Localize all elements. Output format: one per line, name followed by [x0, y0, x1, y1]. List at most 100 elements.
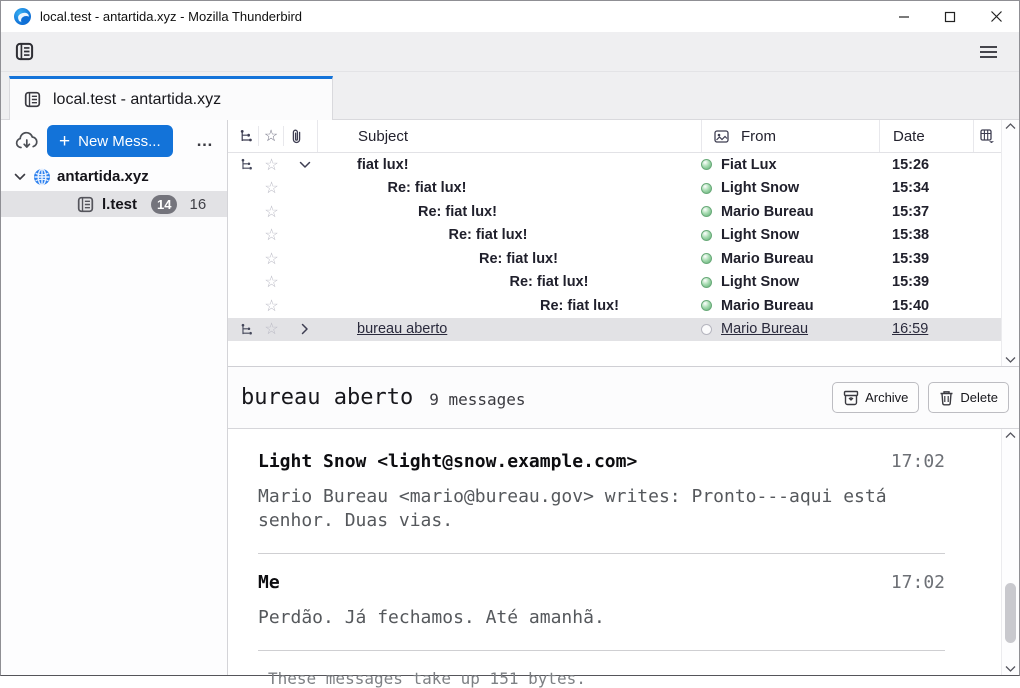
unread-dot-icon[interactable]	[701, 183, 712, 194]
collapse-thread-icon[interactable]	[292, 161, 317, 169]
row-from: Mario Bureau	[721, 298, 814, 314]
message-time: 17:02	[891, 572, 945, 593]
row-date: 15:37	[879, 204, 1001, 220]
star-icon[interactable]: ☆	[259, 155, 284, 175]
account-name: antartida.xyz	[57, 168, 149, 185]
account-row[interactable]: antartida.xyz	[1, 164, 227, 189]
star-icon[interactable]: ☆	[259, 296, 284, 316]
newsgroup-icon	[77, 196, 94, 213]
message-row[interactable]: ☆ Re: fiat lux! Light Snow 15:38	[228, 224, 1001, 248]
message-pane-scrollbar[interactable]	[1001, 429, 1019, 675]
tab-bar: local.test - antartida.xyz	[1, 72, 1019, 120]
row-subject: Re: fiat lux!	[317, 251, 701, 267]
row-date: 15:26	[879, 157, 1001, 173]
row-from: Mario Bureau	[721, 321, 808, 337]
folder-row-ltest[interactable]: l.test 14 16	[1, 191, 227, 217]
message-card[interactable]: Light Snow <light@snow.example.com> 17:0…	[258, 451, 1001, 533]
archive-button[interactable]: Archive	[832, 382, 919, 413]
star-icon[interactable]: ☆	[259, 225, 284, 245]
delete-button[interactable]: Delete	[928, 382, 1009, 413]
message-time: 17:02	[891, 451, 945, 472]
message-divider	[258, 553, 945, 554]
date-column-header[interactable]: Date	[879, 120, 973, 152]
new-message-button[interactable]: + New Mess...	[47, 125, 173, 157]
attachment-column-icon[interactable]	[284, 126, 309, 146]
app-menu-button[interactable]	[973, 38, 1003, 66]
tab-local-test[interactable]: local.test - antartida.xyz	[9, 76, 333, 120]
folder-pane-more-button[interactable]: …	[190, 131, 221, 151]
message-from: Me	[258, 572, 280, 593]
row-subject: Re: fiat lux!	[317, 204, 701, 220]
thunderbird-logo-icon	[14, 8, 31, 25]
star-icon[interactable]: ☆	[259, 319, 284, 339]
scrollbar-thumb[interactable]	[1005, 583, 1016, 643]
message-from: Light Snow <light@snow.example.com>	[258, 451, 637, 472]
unread-dot-icon[interactable]	[701, 277, 712, 288]
message-reader-pane: Light Snow <light@snow.example.com> 17:0…	[228, 429, 1019, 675]
scroll-down-icon[interactable]	[1005, 356, 1016, 363]
column-picker-icon[interactable]	[973, 120, 1001, 152]
row-date: 16:59	[879, 321, 1001, 337]
row-date: 15:39	[879, 251, 1001, 267]
read-dot-icon[interactable]	[701, 324, 712, 335]
message-row-selected[interactable]: ☆ bureau aberto Mario Bureau 16:59	[228, 318, 1001, 342]
new-message-label: New Mess...	[78, 133, 161, 150]
message-row[interactable]: ☆ fiat lux! Fiat Lux 15:26	[228, 153, 1001, 177]
unified-toolbar	[1, 32, 1019, 72]
thunderbird-window: local.test - antartida.xyz - Mozilla Thu…	[0, 0, 1020, 676]
scroll-down-icon[interactable]	[1005, 665, 1016, 672]
message-row[interactable]: ☆ Re: fiat lux! Mario Bureau 15:37	[228, 200, 1001, 224]
expand-thread-icon[interactable]	[292, 323, 317, 335]
row-subject: bureau aberto	[317, 321, 701, 337]
maximize-button[interactable]	[927, 1, 973, 32]
mail-space-icon[interactable]	[9, 38, 39, 66]
close-button[interactable]	[973, 1, 1019, 32]
message-card[interactable]: Me 17:02 Perdão. Já fechamos. Até amanhã…	[258, 572, 1001, 630]
row-subject: Re: fiat lux!	[317, 180, 701, 196]
row-date: 15:38	[879, 227, 1001, 243]
row-subject: Re: fiat lux!	[317, 274, 701, 290]
star-icon[interactable]: ☆	[259, 202, 284, 222]
star-icon[interactable]: ☆	[259, 272, 284, 292]
message-row[interactable]: ☆ Re: fiat lux! Light Snow 15:34	[228, 177, 1001, 201]
unread-dot-icon[interactable]	[701, 159, 712, 170]
star-column-icon[interactable]: ☆	[259, 126, 284, 146]
scroll-up-icon[interactable]	[1005, 432, 1016, 439]
from-column-header[interactable]: From	[741, 120, 879, 152]
message-divider	[258, 650, 945, 651]
message-row[interactable]: ☆ Re: fiat lux! Mario Bureau 15:39	[228, 247, 1001, 271]
row-subject: Re: fiat lux!	[317, 298, 701, 314]
row-from: Mario Bureau	[721, 251, 814, 267]
thread-icon	[234, 158, 259, 171]
star-icon[interactable]: ☆	[259, 249, 284, 269]
delete-label: Delete	[960, 390, 998, 405]
unread-dot-icon[interactable]	[701, 253, 712, 264]
unread-dot-icon[interactable]	[701, 230, 712, 241]
message-count: 9 messages	[429, 390, 525, 409]
unread-dot-icon[interactable]	[701, 300, 712, 311]
message-row[interactable]: ☆ Re: fiat lux! Mario Bureau 15:40	[228, 294, 1001, 318]
get-messages-icon[interactable]	[13, 127, 41, 155]
mail-tab-icon	[24, 91, 41, 108]
message-row[interactable]: ☆ Re: fiat lux! Light Snow 15:39	[228, 271, 1001, 295]
chevron-down-icon[interactable]	[11, 173, 29, 181]
tab-label: local.test - antartida.xyz	[53, 91, 221, 109]
thread-list-scrollbar[interactable]	[1001, 120, 1019, 366]
star-icon[interactable]: ☆	[259, 178, 284, 198]
row-from: Mario Bureau	[721, 204, 814, 220]
globe-icon	[33, 168, 51, 186]
read-column-icon[interactable]	[701, 120, 741, 152]
folder-pane-toolbar: + New Mess... …	[1, 120, 227, 162]
row-from: Light Snow	[721, 180, 799, 196]
message-body: Perdão. Já fechamos. Até amanhã.	[258, 606, 908, 630]
message-pane-header: bureau aberto 9 messages Archive Delete	[228, 367, 1019, 429]
minimize-button[interactable]	[881, 1, 927, 32]
row-date: 15:40	[879, 298, 1001, 314]
row-from: Fiat Lux	[721, 157, 777, 173]
thread-column-icon[interactable]	[234, 126, 259, 146]
unread-dot-icon[interactable]	[701, 206, 712, 217]
thread-icon	[234, 323, 259, 336]
scroll-up-icon[interactable]	[1005, 123, 1016, 130]
subject-column-header[interactable]: Subject	[317, 120, 701, 152]
row-from: Light Snow	[721, 227, 799, 243]
